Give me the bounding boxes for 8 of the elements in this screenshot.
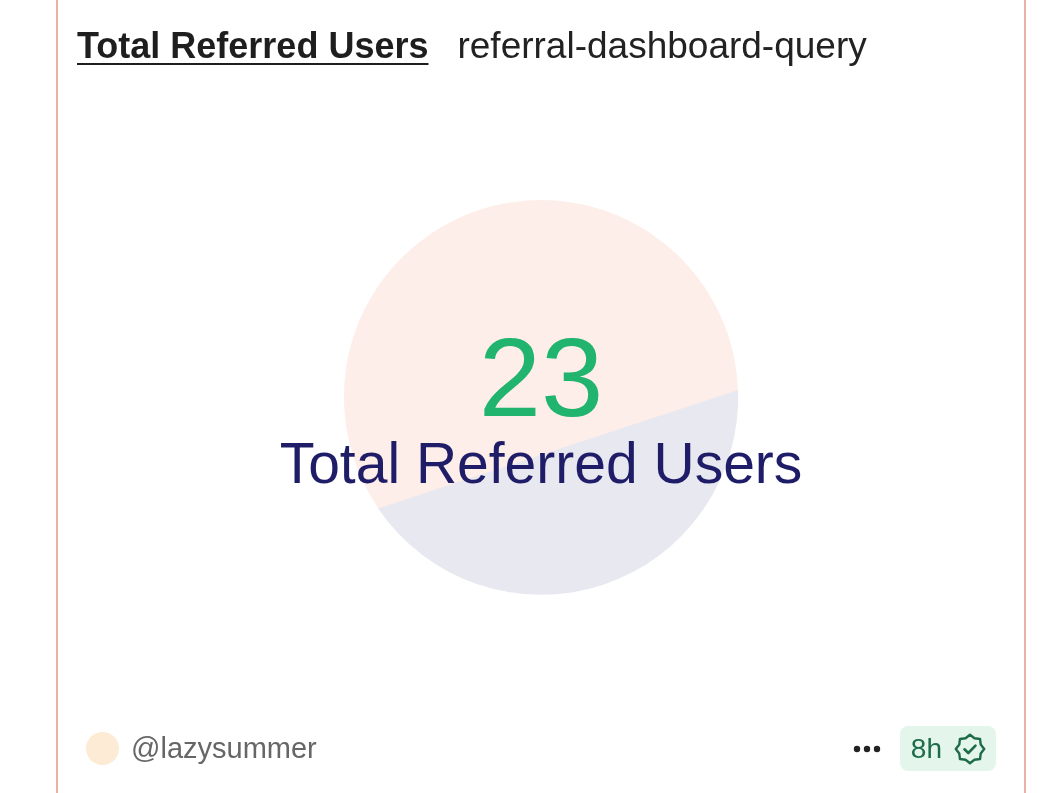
- metric-value: 23: [478, 322, 604, 435]
- avatar-icon: [86, 732, 119, 765]
- title-link[interactable]: Total Referred Users: [77, 24, 429, 68]
- age-badge: 8h: [899, 726, 996, 771]
- more-icon[interactable]: [852, 744, 881, 753]
- author-handle[interactable]: @lazysummer: [131, 726, 317, 771]
- query-name: referral-dashboard-query: [457, 24, 867, 68]
- metric-label: Total Referred Users: [279, 434, 803, 494]
